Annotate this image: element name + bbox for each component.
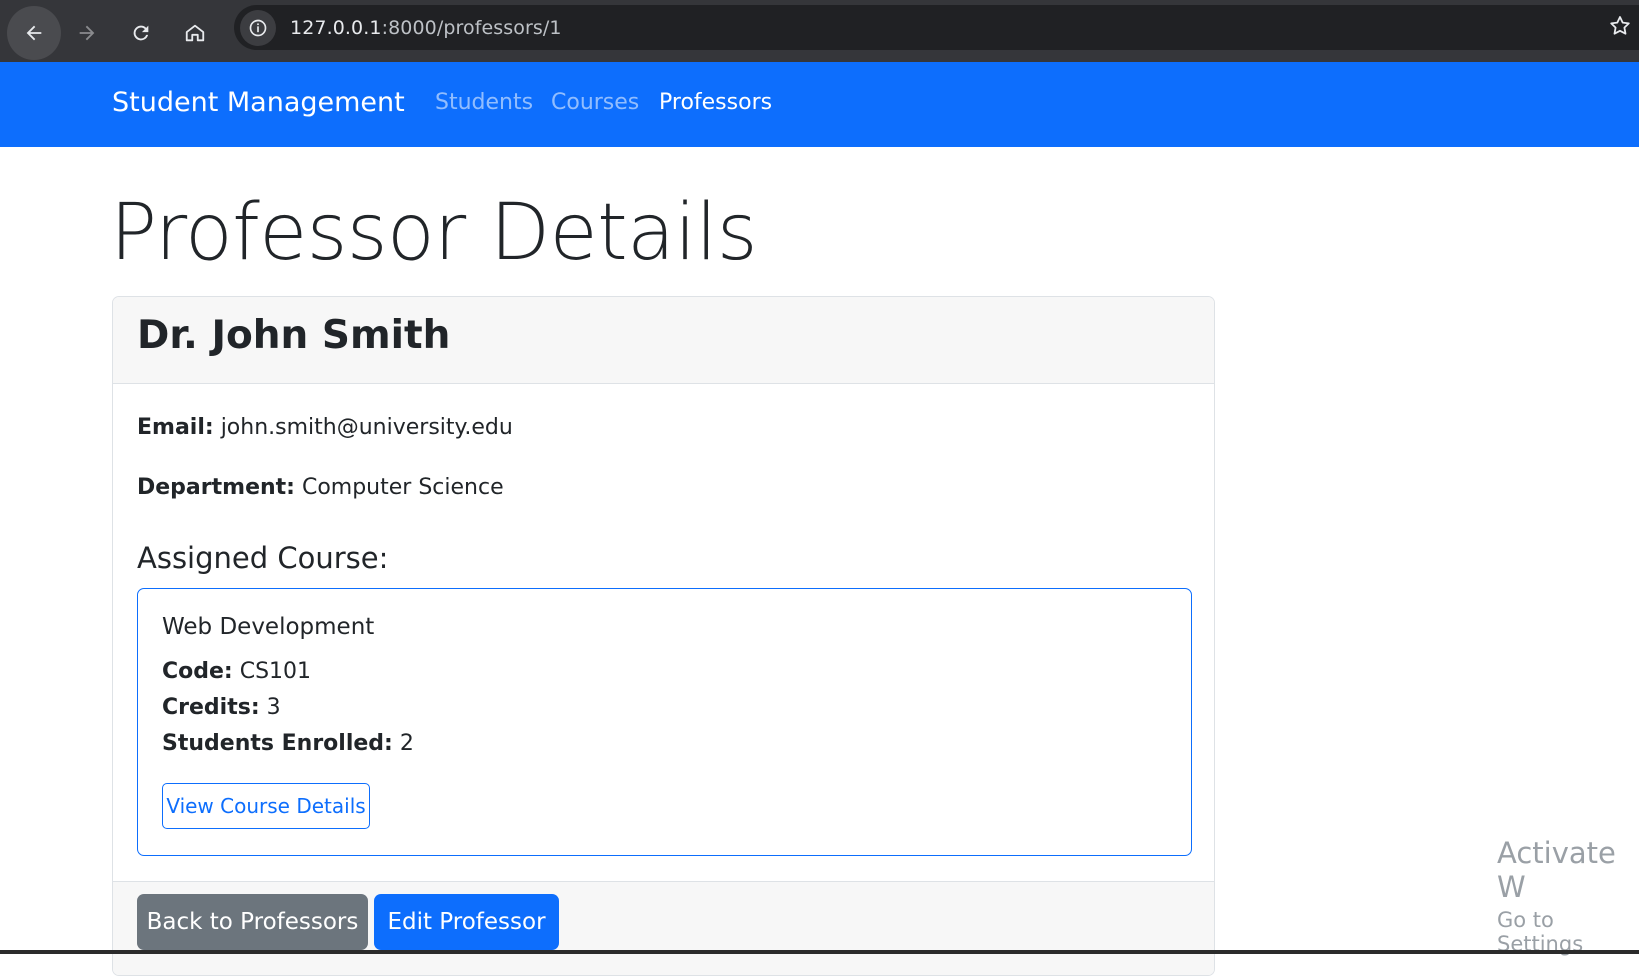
arrow-left-icon — [26, 25, 42, 41]
watermark-line-2: Go to Settings — [1497, 908, 1584, 956]
course-card: Web Development Code: CS101 Credits: 3 S… — [137, 588, 1192, 856]
home-icon — [185, 24, 205, 42]
back-button[interactable] — [7, 6, 61, 60]
professor-name: Dr. John Smith — [137, 313, 451, 358]
course-code-label: Code: — [162, 659, 233, 684]
url-path: :8000/professors/1 — [381, 17, 562, 39]
home-button[interactable] — [168, 6, 222, 60]
assigned-course-heading: Assigned Course: — [137, 541, 389, 575]
email-value: john.smith@university.edu — [220, 415, 513, 440]
department-row: Department: Computer Science — [137, 475, 504, 500]
taskbar-edge — [0, 950, 1639, 954]
url-text[interactable]: 127.0.0.1:8000/professors/1 — [290, 17, 562, 39]
department-value: Computer Science — [301, 475, 504, 500]
email-label: Email: — [137, 415, 214, 440]
back-to-professors-button[interactable]: Back to Professors — [137, 894, 368, 950]
course-credits-row: Credits: 3 — [162, 695, 281, 720]
navbar-brand[interactable]: Student Management — [112, 87, 405, 118]
card-footer: Back to Professors Edit Professor — [113, 881, 1214, 975]
nav-link-courses[interactable]: Courses — [551, 90, 639, 115]
email-row: Email: john.smith@university.edu — [137, 415, 513, 440]
forward-button[interactable] — [60, 6, 114, 60]
reload-button[interactable] — [114, 6, 168, 60]
browser-toolbar: 127.0.0.1:8000/professors/1 — [0, 0, 1639, 62]
course-enrolled-row: Students Enrolled: 2 — [162, 731, 414, 756]
info-icon — [249, 19, 267, 37]
course-title: Web Development — [162, 614, 375, 640]
nav-link-students[interactable]: Students — [435, 90, 533, 115]
bookmark-star-icon[interactable] — [1608, 14, 1632, 38]
arrow-right-icon — [79, 25, 95, 41]
page-title: Professor Details — [110, 188, 757, 278]
course-enrolled-label: Students Enrolled: — [162, 731, 393, 756]
url-host: 127.0.0.1 — [290, 17, 382, 39]
professor-card: Dr. John Smith Email: john.smith@univers… — [112, 296, 1215, 976]
department-label: Department: — [137, 475, 295, 500]
course-code-value: CS101 — [239, 659, 312, 684]
activation-watermark: Activate W Go to Settings — [1497, 836, 1639, 956]
address-bar[interactable]: 127.0.0.1:8000/professors/1 — [234, 5, 1639, 50]
watermark-line-1: Activate W — [1497, 836, 1616, 904]
course-credits-label: Credits: — [162, 695, 260, 720]
nav-link-professors[interactable]: Professors — [659, 90, 772, 115]
reload-icon — [133, 25, 149, 41]
site-info-button[interactable] — [240, 10, 276, 46]
course-code-row: Code: CS101 — [162, 659, 311, 684]
course-credits-value: 3 — [266, 695, 281, 720]
app-navbar: Student Management Students Courses Prof… — [0, 62, 1639, 147]
edit-professor-button[interactable]: Edit Professor — [374, 894, 559, 950]
card-header: Dr. John Smith — [113, 297, 1214, 384]
view-course-details-button[interactable]: View Course Details — [162, 783, 370, 829]
course-enrolled-value: 2 — [399, 731, 414, 756]
